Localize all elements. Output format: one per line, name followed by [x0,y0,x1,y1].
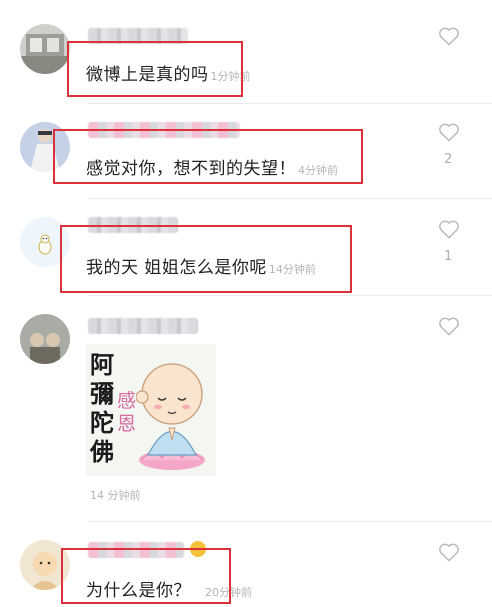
username-blurred[interactable] [88,318,198,334]
highlight-box [67,41,243,97]
avatar[interactable] [20,314,70,364]
monk-illustration [136,363,205,470]
highlight-box [60,225,352,293]
sticker-image[interactable]: 阿彌陀佛 感恩 [86,344,216,476]
avatar[interactable] [20,24,70,74]
like-heart-icon[interactable] [438,122,460,142]
like-heart-icon[interactable] [438,219,460,239]
like-count: 2 [444,152,453,167]
like-count: 1 [444,249,453,264]
comment-time: 14 分钟前 [90,489,141,502]
like-heart-icon[interactable] [438,316,460,336]
comment-item[interactable]: 14 分钟前 [0,296,492,522]
sticker-caption: 感恩 [117,390,137,435]
highlight-box [53,129,363,184]
like-heart-icon[interactable] [438,26,460,46]
highlight-box [61,548,231,604]
comment-feed: 微博上是真的吗 1分钟前 感觉对你，想不到的失望！ 4分钟前 2 我的天 姐姐怎么是… [0,0,492,607]
like-heart-icon[interactable] [438,542,460,562]
